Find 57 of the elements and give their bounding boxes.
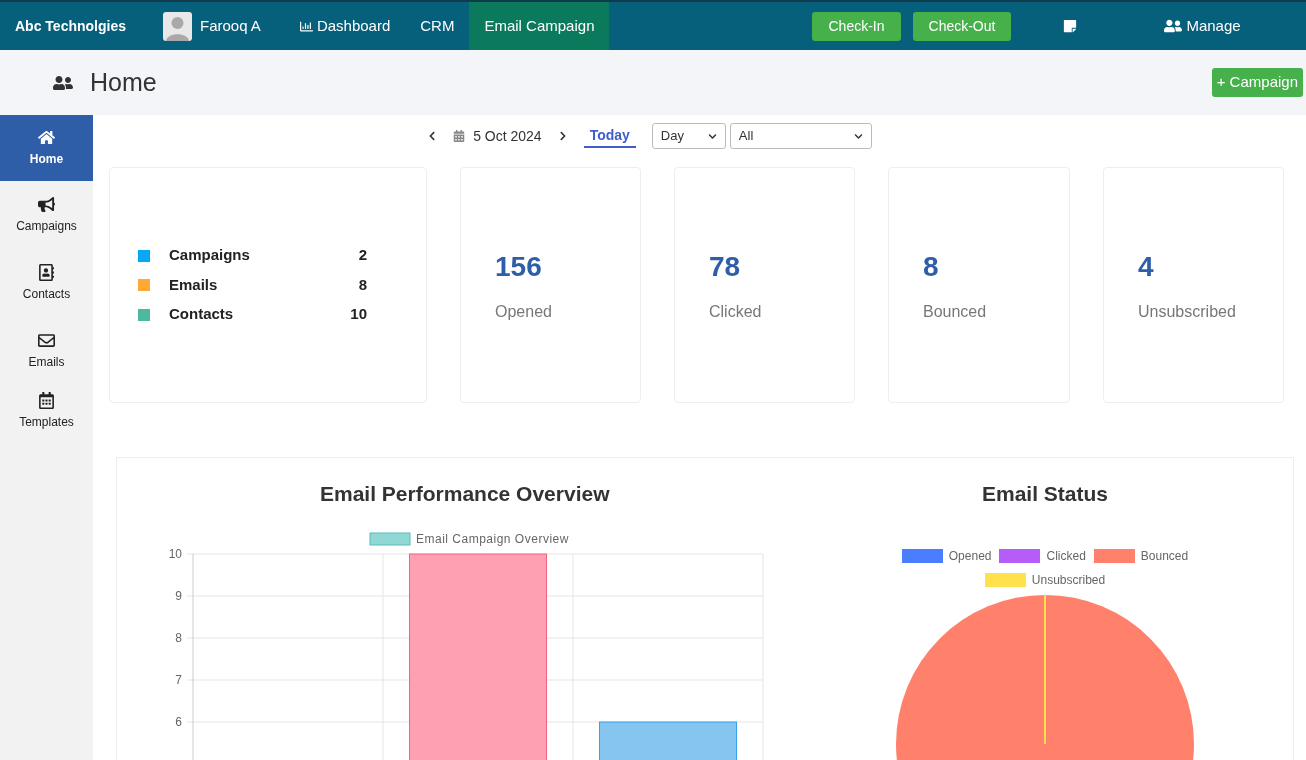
chart-title: Email Performance Overview [320, 481, 611, 507]
home-icon [38, 128, 55, 146]
stat-label: Unsubscribed [1138, 302, 1237, 322]
y-tick-label: 6 [175, 714, 182, 729]
summary-label: Emails [169, 274, 219, 295]
chart-title: Email Status [981, 481, 1108, 507]
period-select[interactable]: Day [651, 123, 726, 149]
megaphone-icon [38, 195, 55, 213]
sidebar-item[interactable]: Emails [0, 317, 93, 385]
legend-swatch [369, 532, 411, 545]
stat-label: Bounced [923, 302, 988, 322]
stat-value: 4 [1138, 250, 1155, 284]
users-icon [1164, 17, 1183, 35]
today-link[interactable]: Today [583, 124, 636, 148]
calendar-icon [38, 391, 55, 409]
stat-value: 8 [923, 250, 940, 284]
y-tick-label: 10 [168, 546, 182, 561]
previous-icon[interactable] [427, 131, 438, 141]
sidebar-item[interactable]: Home [0, 115, 93, 181]
stat-label: Clicked [709, 302, 763, 322]
legend-label: Bounced [1140, 547, 1189, 565]
date-label: 5 Oct 2024 [473, 126, 542, 146]
stat-value: 78 [709, 250, 742, 284]
sidebar-item[interactable]: Templates [0, 385, 93, 437]
summary-label: Campaigns [169, 245, 251, 266]
summary-label: Contacts [169, 304, 235, 325]
stat-label: Opened [495, 302, 553, 322]
nav-tab[interactable]: CRM [405, 2, 470, 50]
next-icon[interactable] [557, 131, 568, 141]
page-title: Home [90, 66, 157, 98]
chevron-down-icon [853, 131, 863, 141]
summary-value: 8 [357, 274, 367, 295]
sidebar-item[interactable]: Contacts [0, 249, 93, 317]
summary-value: 10 [349, 304, 367, 325]
contact-book-icon [38, 263, 55, 281]
y-tick-label: 7 [175, 672, 182, 687]
manage-link[interactable]: Manage [1164, 14, 1241, 38]
legend-label: Unsubscribed [1031, 571, 1106, 589]
calendar-icon [453, 130, 466, 142]
stat-value: 156 [495, 250, 543, 284]
legend-label: Email Campaign Overview [416, 531, 569, 546]
nav-tab[interactable]: Dashboard [284, 2, 406, 50]
bar-chart-icon [299, 19, 313, 33]
summary-value: 2 [357, 245, 367, 266]
y-tick-label: 9 [175, 588, 182, 603]
y-tick-label: 8 [175, 630, 182, 645]
sidebar-item[interactable]: Campaigns [0, 181, 93, 249]
legend-label: Opened [948, 547, 992, 565]
sticky-note-icon[interactable] [1063, 19, 1078, 33]
legend-label: Clicked [1046, 547, 1086, 565]
brand-name: Abc Technolgies [14, 16, 127, 36]
chevron-down-icon [707, 131, 717, 141]
nav-tab[interactable]: Email Campaign [469, 2, 610, 50]
filter-select[interactable]: All [729, 123, 872, 149]
user-name[interactable]: Farooq A [200, 14, 261, 38]
envelope-icon [38, 331, 55, 349]
avatar-icon [163, 11, 192, 41]
